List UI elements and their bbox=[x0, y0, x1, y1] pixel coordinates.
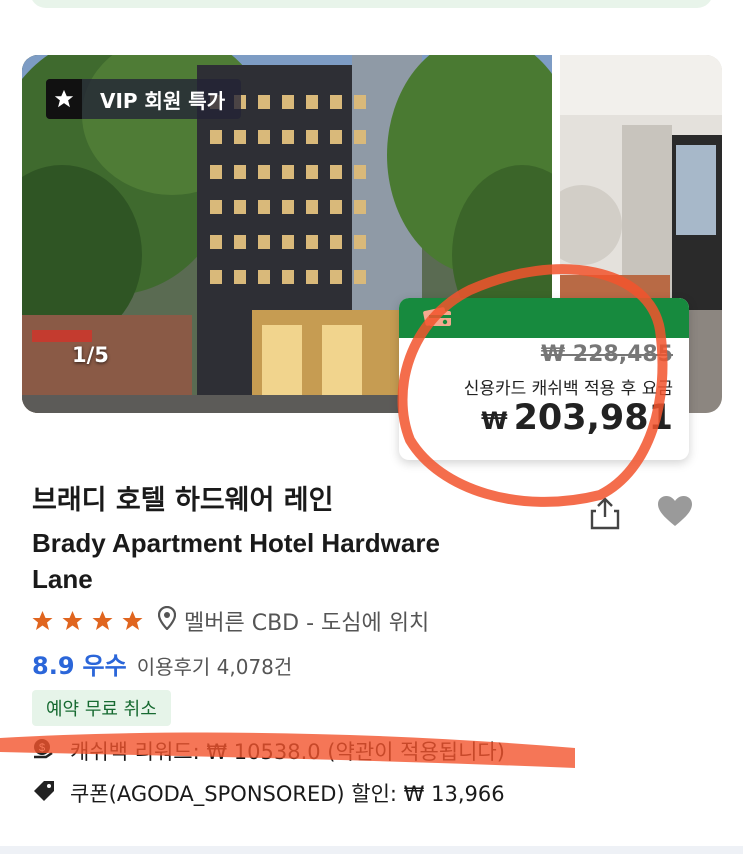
price-card-header bbox=[399, 298, 689, 338]
location-link[interactable]: 멜버른 CBD - 도심에 위치 bbox=[157, 605, 430, 637]
share-icon bbox=[588, 497, 622, 535]
heart-icon bbox=[656, 496, 694, 532]
hotel-name-korean[interactable]: 브래디 호텔 하드웨어 레인 bbox=[32, 478, 333, 517]
star-icon bbox=[46, 79, 82, 119]
original-price: ₩ 228,485 bbox=[540, 342, 673, 367]
free-cancellation-badge: 예약 무료 취소 bbox=[32, 690, 171, 726]
final-price: ₩203,981 bbox=[481, 398, 673, 438]
cashback-reward-row: $ 캐쉬백 리워드: ₩ 10538.0 (약관이 적용됩니다) bbox=[32, 736, 505, 766]
photo-counter: 1/5 bbox=[72, 343, 109, 367]
vip-member-deal-badge: VIP 회원 특가 bbox=[46, 79, 242, 119]
vip-badge-label: VIP 회원 특가 bbox=[100, 88, 226, 113]
location-text: 멜버른 CBD - 도심에 위치 bbox=[184, 611, 430, 636]
star-icon bbox=[90, 609, 115, 633]
star-icon bbox=[60, 609, 85, 633]
cashback-coin-icon: $ bbox=[32, 737, 70, 766]
share-button[interactable] bbox=[588, 495, 622, 531]
coupon-discount-row: 쿠폰(AGODA_SPONSORED) 할인: ₩ 13,966 bbox=[32, 778, 505, 808]
location-pin-icon bbox=[157, 605, 184, 636]
hotel-name-english[interactable]: Brady Apartment Hotel Hardware Lane bbox=[32, 525, 452, 597]
favorite-button[interactable] bbox=[656, 494, 694, 528]
price-card[interactable]: ₩ 228,485 신용카드 캐쉬백 적용 후 요금 ₩203,981 bbox=[399, 298, 689, 460]
review-score: 8.9 bbox=[32, 652, 75, 680]
rating-stars-and-location: 멜버른 CBD - 도심에 위치 bbox=[30, 605, 429, 637]
review-score-label: 우수 bbox=[82, 652, 127, 680]
previous-card-edge bbox=[30, 0, 713, 8]
coupon-text: 쿠폰(AGODA_SPONSORED) 할인: ₩ 13,966 bbox=[70, 782, 505, 806]
review-count: 이용후기 4,078건 bbox=[136, 655, 293, 679]
svg-text:$: $ bbox=[39, 742, 45, 754]
star-icon bbox=[30, 609, 55, 633]
currency-symbol: ₩ bbox=[481, 407, 508, 435]
final-price-value: 203,981 bbox=[513, 398, 673, 438]
review-score-row[interactable]: 8.9 우수 이용후기 4,078건 bbox=[32, 646, 292, 681]
star-icon bbox=[120, 609, 145, 633]
cashback-text: 캐쉬백 리워드: ₩ 10538.0 (약관이 적용됩니다) bbox=[70, 740, 505, 764]
next-card-edge bbox=[0, 846, 743, 854]
tag-icon bbox=[32, 779, 70, 808]
credit-card-icon bbox=[423, 303, 453, 333]
price-note: 신용카드 캐쉬백 적용 후 요금 bbox=[463, 379, 673, 399]
